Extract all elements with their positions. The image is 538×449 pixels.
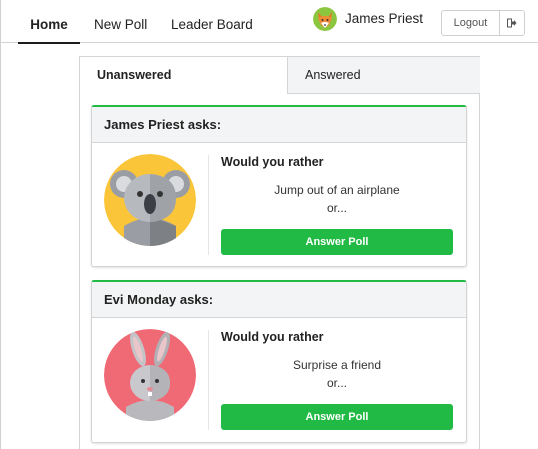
- top-nav: Home New Poll Leader Board James Priest …: [0, 0, 538, 44]
- logout-button[interactable]: Logout: [441, 10, 525, 36]
- poll-body: Would you rather Surprise a friend or...…: [92, 318, 466, 440]
- sign-out-icon: [500, 11, 524, 35]
- page-left-border: [0, 0, 1, 449]
- rabbit-avatar-icon: [104, 329, 196, 421]
- nav-item-leader-board[interactable]: Leader Board: [171, 0, 253, 43]
- answer-poll-button[interactable]: Answer Poll: [221, 229, 453, 255]
- nav-item-new-poll[interactable]: New Poll: [94, 0, 147, 43]
- user-name: James Priest: [345, 11, 424, 26]
- tab-answered[interactable]: Answered: [287, 57, 480, 94]
- poll-or-text: or...: [326, 376, 347, 390]
- poll-divider: [208, 155, 209, 255]
- poll-card: Evi Monday asks: Would you rather Surpri…: [91, 280, 467, 443]
- logout-label: Logout: [442, 11, 500, 35]
- poll-heading: Would you rather: [221, 155, 324, 169]
- tab-unanswered[interactable]: Unanswered: [80, 57, 287, 94]
- koala-avatar-icon: [104, 154, 196, 246]
- poll-divider: [208, 330, 209, 430]
- poll-option: Jump out of an airplane: [274, 183, 400, 197]
- poll-option: Surprise a friend: [292, 358, 382, 372]
- poll-or-text: or...: [326, 201, 347, 215]
- poll-asker: James Priest asks:: [92, 107, 466, 143]
- nav-item-home[interactable]: Home: [18, 0, 80, 44]
- answer-poll-button[interactable]: Answer Poll: [221, 404, 453, 430]
- poll-asker: Evi Monday asks:: [92, 282, 466, 318]
- fox-avatar-icon: [313, 7, 337, 31]
- poll-body: Would you rather Jump out of an airplane…: [92, 143, 466, 265]
- user-menu: James Priest: [313, 6, 423, 32]
- poll-card: James Priest asks: Would you rather Jump…: [91, 105, 467, 267]
- poll-heading: Would you rather: [221, 330, 324, 344]
